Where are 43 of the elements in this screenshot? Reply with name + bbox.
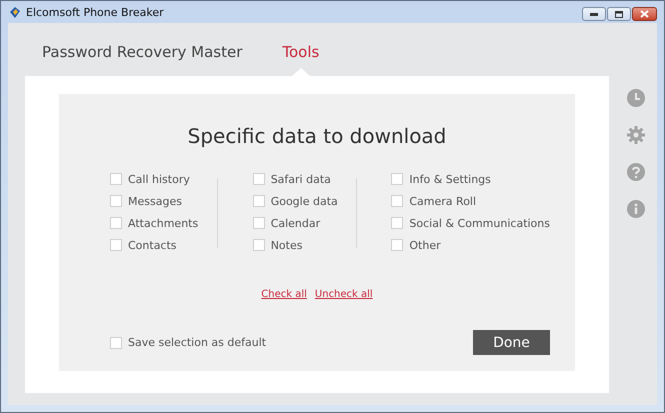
checkbox[interactable] [252,239,265,251]
checkbox[interactable] [391,173,404,185]
checkbox-label: Other [409,238,441,252]
checkbox-label: Google data [270,194,338,208]
checkbox[interactable] [391,195,404,207]
window-title: Elcomsoft Phone Breaker [26,6,164,18]
checkbox[interactable] [252,195,265,207]
checkbox-label: Safari data [270,172,331,186]
tab[interactable]: Password Recovery Master [42,43,242,76]
checkbox[interactable] [110,336,122,348]
app-logo-icon [8,6,21,18]
checkbox[interactable] [110,173,122,185]
checkbox-label: Notes [270,238,302,252]
settings-icon[interactable] [627,126,645,144]
checkbox-label: Contacts [128,238,177,252]
minimize-icon [590,12,598,16]
checkbox[interactable] [391,217,404,229]
checkbox[interactable] [252,217,265,229]
done-button[interactable]: Done [473,330,550,355]
close-icon [640,10,649,18]
info-icon[interactable] [627,200,645,218]
checkbox[interactable] [252,173,265,185]
checkbox-label: Social & Communications [409,216,550,230]
panel-heading: Specific data to download [186,124,448,148]
checkbox-label: Call history [128,172,190,186]
checkbox[interactable] [391,239,404,251]
history-icon[interactable] [627,89,645,107]
checkbox-label: Attachments [128,216,198,230]
checkbox-label: Calendar [270,216,320,230]
checkbox-label: Messages [128,194,182,208]
maximize-button[interactable] [607,7,631,21]
help-icon[interactable] [627,163,645,181]
checkbox[interactable] [110,217,122,229]
checkbox-label: Info & Settings [409,172,491,186]
checkbox[interactable] [110,239,122,251]
checkbox[interactable] [110,195,122,207]
checkbox-label: Camera Roll [409,194,476,208]
checkbox-label: Save selection as default [128,336,266,349]
maximize-icon [615,10,623,18]
link[interactable]: Uncheck all [314,289,373,300]
close-button[interactable] [632,7,657,21]
minimize-button[interactable] [582,7,606,21]
link[interactable]: Check all [261,289,307,300]
